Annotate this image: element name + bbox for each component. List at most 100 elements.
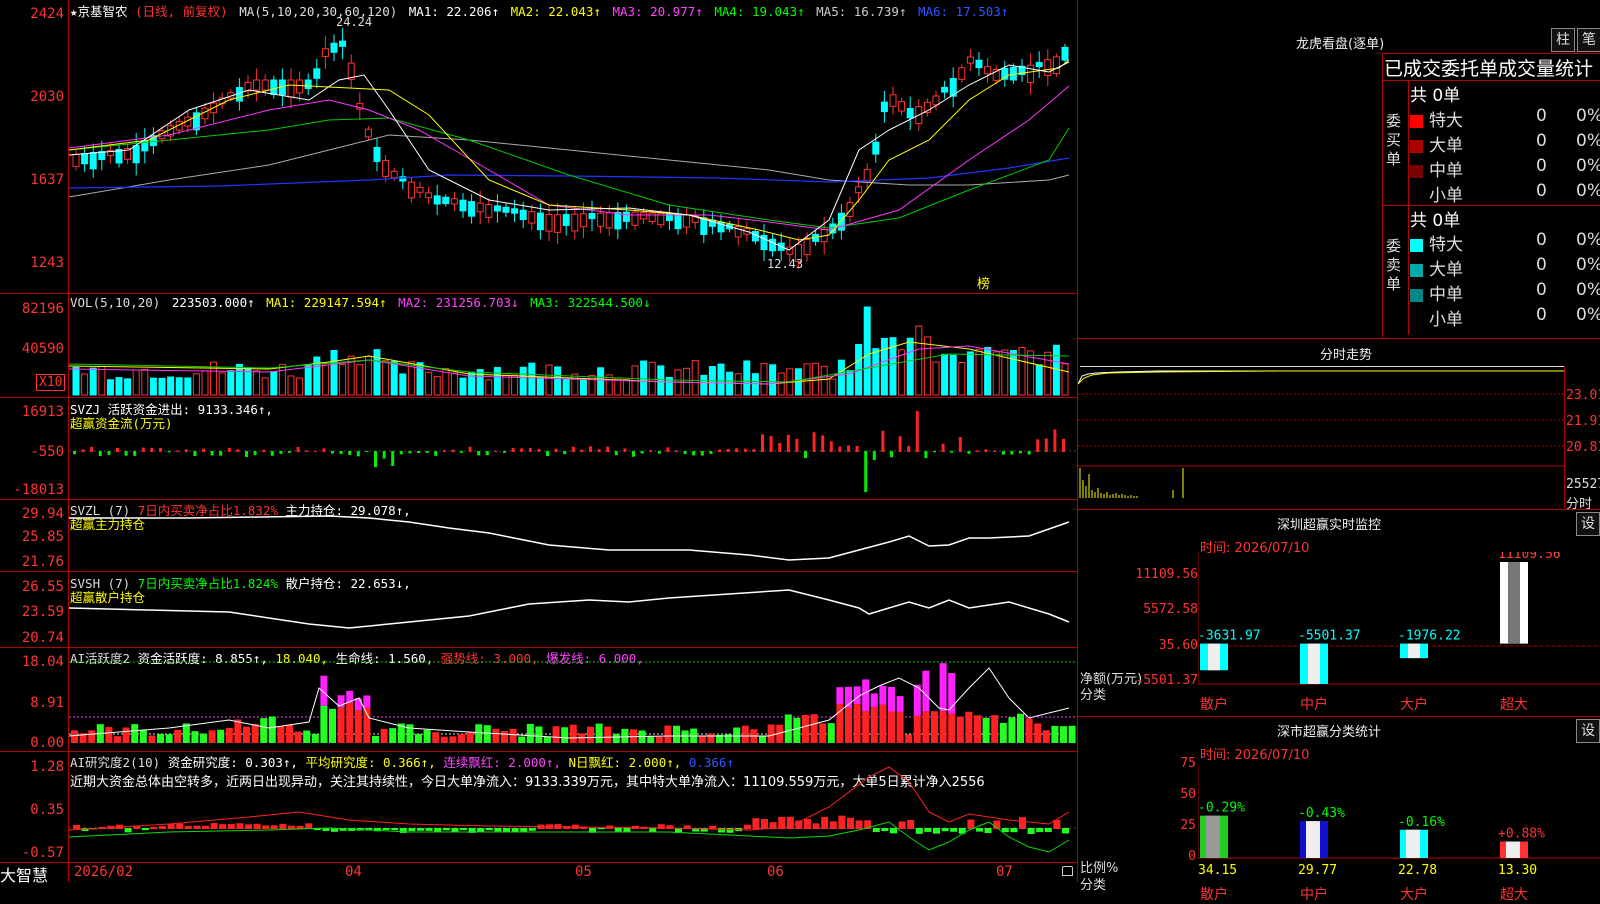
volume-bar xyxy=(536,376,544,396)
activity-burst-bar xyxy=(939,663,947,712)
ai-res-ytick-1: 1.28 xyxy=(30,759,64,775)
volume-bar xyxy=(640,360,648,396)
activity-bar xyxy=(999,722,1007,743)
research-bar xyxy=(821,816,829,829)
sell-super-label: 特大 xyxy=(1429,235,1463,255)
sell-medium-label: 中单 xyxy=(1429,285,1463,305)
monitor-bar-highlight xyxy=(1508,562,1520,644)
flow-bar xyxy=(640,451,644,454)
candle-body xyxy=(476,202,484,213)
intraday-chart[interactable] xyxy=(1078,366,1564,508)
activity-bar xyxy=(458,734,465,743)
activity-bar xyxy=(337,707,345,743)
classify-top-line xyxy=(1078,716,1600,717)
low-marker: 12.43 xyxy=(767,257,803,271)
research-bar xyxy=(1001,828,1009,833)
flow-bar xyxy=(752,449,756,452)
classify-chart[interactable]: -0.29% 34.15 -0.43% 29.77 -0.16% 22.78 +0.88% 1… xyxy=(1198,755,1600,883)
research-bar xyxy=(442,828,450,831)
activity-bar xyxy=(526,723,534,743)
activity-bar xyxy=(604,726,612,743)
buy-row-medium: 中单 0 0% xyxy=(1410,156,1600,181)
monitor-settings-button[interactable]: 设 xyxy=(1576,512,1600,536)
volume-bar xyxy=(132,369,140,396)
activity-bar xyxy=(475,724,483,743)
candle-body xyxy=(72,154,80,167)
activity-bar xyxy=(354,710,362,743)
svsh-chart[interactable] xyxy=(69,572,1077,647)
volume-bar xyxy=(1035,364,1043,396)
research-bar xyxy=(262,825,270,829)
activity-bar xyxy=(466,731,474,743)
classify-yaxis: 75 50 25 0 xyxy=(1160,755,1196,865)
buy-row-large: 大单 0 0% xyxy=(1410,131,1600,156)
flow-bar xyxy=(313,450,317,452)
research-bar xyxy=(288,825,295,829)
activity-bar xyxy=(931,711,938,743)
volume-bar xyxy=(545,364,553,396)
flow-bar xyxy=(270,451,274,456)
research-bar xyxy=(460,828,467,831)
monitor-bar-highlight xyxy=(1308,643,1320,684)
volume-bar xyxy=(579,379,587,396)
kline-chart[interactable]: 24.24 12.43 榜 xyxy=(69,0,1077,293)
flow-bar xyxy=(718,449,721,452)
volume-bar xyxy=(390,360,398,396)
flow-bar xyxy=(735,448,739,452)
volume-bar xyxy=(941,353,949,396)
bar-mode-button[interactable]: 柱 xyxy=(1551,28,1575,52)
activity-bar xyxy=(733,727,741,743)
research-bar xyxy=(933,828,940,834)
candle-body xyxy=(416,187,424,193)
research-bar xyxy=(184,825,192,829)
lock-icon[interactable] xyxy=(1062,866,1073,876)
svzj-chart[interactable] xyxy=(69,398,1077,499)
sell-row-large: 大单 0 0% xyxy=(1410,255,1600,280)
candle-body xyxy=(872,141,880,155)
candle-body xyxy=(855,186,863,194)
buy-large-label: 大单 xyxy=(1429,136,1463,156)
sell-large-val: 0 xyxy=(1536,255,1547,275)
activity-bar xyxy=(234,719,242,743)
volume-bar xyxy=(751,373,759,396)
svzl-chart[interactable] xyxy=(69,500,1077,571)
volume-bar xyxy=(906,337,914,396)
activity-bar xyxy=(122,727,130,743)
volume-bar xyxy=(528,362,536,396)
candle-body xyxy=(605,212,613,229)
activity-bar xyxy=(483,725,491,743)
tick-mode-button[interactable]: 笔 xyxy=(1577,28,1600,52)
classify-settings-button[interactable]: 设 xyxy=(1576,719,1600,743)
ai-res-chart[interactable] xyxy=(69,752,1077,862)
ai-act-chart[interactable] xyxy=(69,648,1077,751)
ma5-line xyxy=(69,134,1070,198)
flow-bar xyxy=(829,441,833,452)
research-bar xyxy=(141,828,149,831)
flow-bar xyxy=(589,446,592,452)
activity-bar xyxy=(827,723,835,743)
candle-body xyxy=(339,40,347,47)
research-bar xyxy=(236,823,244,829)
buy-super-swatch xyxy=(1410,114,1423,128)
volume-bar xyxy=(304,364,312,396)
flow-bar xyxy=(1036,439,1040,452)
candle-body xyxy=(287,79,295,98)
activity-bar xyxy=(320,705,328,743)
monitor-chart[interactable]: -3631.97 -5501.37 -1976.22 11109.56 xyxy=(1198,552,1600,692)
sell-row-super: 特大 0 0% xyxy=(1410,230,1600,255)
timeline-label-3: 06 xyxy=(767,864,784,880)
sell-medium-swatch xyxy=(1410,288,1423,302)
svzl-ytick-1: 29.94 xyxy=(21,506,64,522)
volume-bar xyxy=(493,367,501,396)
volume-bar xyxy=(485,379,493,396)
vol-chart[interactable] xyxy=(69,294,1077,397)
activity-bar xyxy=(905,734,913,743)
buy-large-pct: 0% xyxy=(1576,131,1600,151)
flow-bar xyxy=(348,451,352,455)
volume-bar xyxy=(949,354,957,396)
intraday-ytick-1: 23.01 xyxy=(1566,388,1600,403)
monitor-value-label: 11109.56 xyxy=(1498,552,1561,562)
activity-bar xyxy=(208,730,216,743)
intraday-title: 分时走势 xyxy=(1320,348,1373,363)
flow-bar xyxy=(81,449,85,452)
